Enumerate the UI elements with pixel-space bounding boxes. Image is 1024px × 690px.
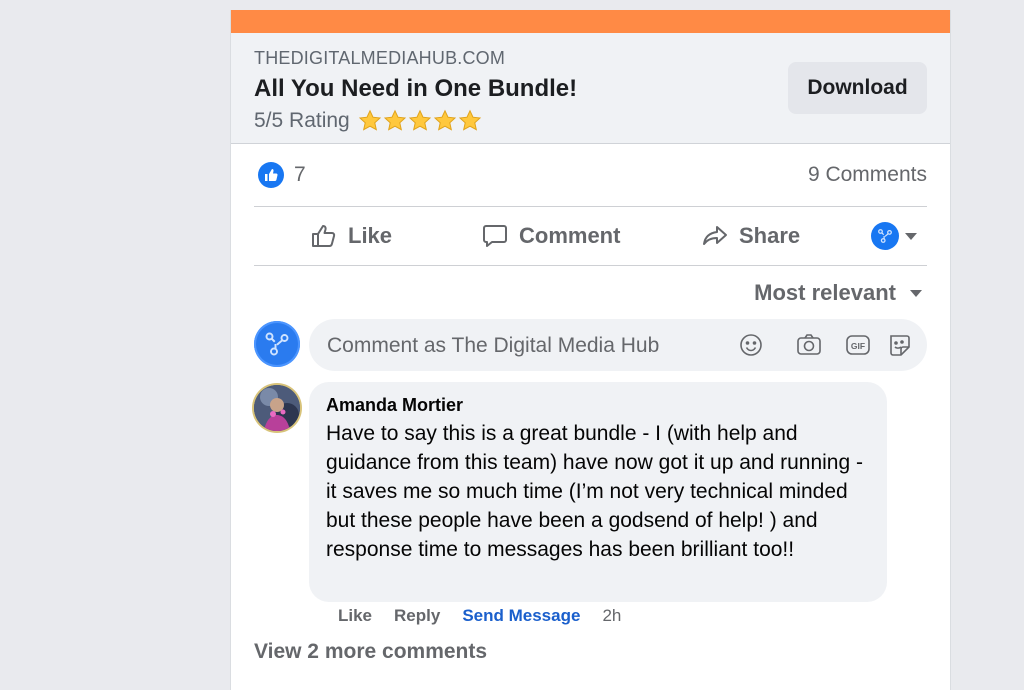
reactions-summary: 7 9 Comments bbox=[254, 160, 927, 192]
comment-sort-dropdown[interactable]: Most relevant bbox=[754, 280, 922, 306]
view-more-comments[interactable]: View 2 more comments bbox=[254, 640, 487, 664]
sticker-icon[interactable] bbox=[886, 332, 912, 358]
star-icon bbox=[358, 109, 381, 131]
divider bbox=[254, 265, 927, 266]
comments-count[interactable]: 9 Comments bbox=[808, 163, 927, 187]
link-domain: THEDIGITALMEDIAHUB.COM bbox=[254, 48, 506, 68]
post-actions: Like Comment Share bbox=[254, 207, 927, 265]
comment-text: Have to say this is a great bundle - I (… bbox=[326, 422, 863, 561]
emoji-icon[interactable] bbox=[738, 332, 764, 358]
rating-text: 5/5 Rating bbox=[254, 109, 350, 132]
comment-bubble-icon bbox=[483, 225, 507, 247]
comment-label: Comment bbox=[519, 223, 621, 248]
comment-timestamp[interactable]: 2h bbox=[602, 606, 621, 626]
camera-icon[interactable] bbox=[796, 332, 822, 358]
download-button[interactable]: Download bbox=[788, 62, 927, 114]
share-button[interactable]: Share bbox=[701, 207, 800, 265]
like-label: Like bbox=[348, 223, 393, 248]
gif-icon[interactable]: GIF bbox=[845, 332, 871, 358]
comment-button[interactable]: Comment bbox=[481, 207, 620, 265]
page-avatar[interactable] bbox=[254, 321, 300, 367]
rating-stars bbox=[358, 109, 482, 133]
like-reaction-icon[interactable] bbox=[258, 162, 284, 188]
like-button[interactable]: Like bbox=[310, 207, 392, 265]
comment-input[interactable] bbox=[325, 319, 709, 373]
like-count[interactable]: 7 bbox=[294, 163, 306, 187]
page-avatar-small bbox=[871, 222, 899, 250]
link-headline[interactable]: All You Need in One Bundle! bbox=[254, 75, 577, 103]
comment-composer: GIF bbox=[309, 319, 927, 373]
rating: 5/5 Rating bbox=[254, 109, 482, 133]
star-icon bbox=[383, 109, 406, 131]
chevron-down-icon bbox=[910, 289, 922, 297]
chevron-down-icon bbox=[905, 232, 917, 240]
svg-text:GIF: GIF bbox=[851, 341, 865, 351]
profile-switcher[interactable] bbox=[871, 222, 917, 250]
star-icon bbox=[408, 109, 431, 131]
comment-actions: Like Reply Send Message 2h bbox=[338, 606, 643, 626]
send-message-link[interactable]: Send Message bbox=[462, 606, 580, 626]
star-icon bbox=[458, 109, 481, 131]
post-card: THEDIGITALMEDIAHUB.COM All You Need in O… bbox=[230, 10, 951, 690]
comment-reply-link[interactable]: Reply bbox=[394, 606, 440, 626]
commenter-avatar[interactable] bbox=[254, 385, 300, 431]
comment-like-link[interactable]: Like bbox=[338, 606, 372, 626]
comment-author[interactable]: Amanda Mortier bbox=[326, 395, 463, 416]
sort-label: Most relevant bbox=[754, 280, 896, 305]
share-label: Share bbox=[739, 223, 801, 248]
star-icon bbox=[433, 109, 456, 131]
link-preview[interactable]: THEDIGITALMEDIAHUB.COM All You Need in O… bbox=[231, 33, 950, 144]
share-arrow-icon bbox=[703, 226, 727, 245]
accent-bar bbox=[231, 10, 950, 33]
comment-bubble: Amanda Mortier Have to say this is a gre… bbox=[309, 382, 887, 602]
thumbs-up-icon bbox=[312, 225, 336, 247]
